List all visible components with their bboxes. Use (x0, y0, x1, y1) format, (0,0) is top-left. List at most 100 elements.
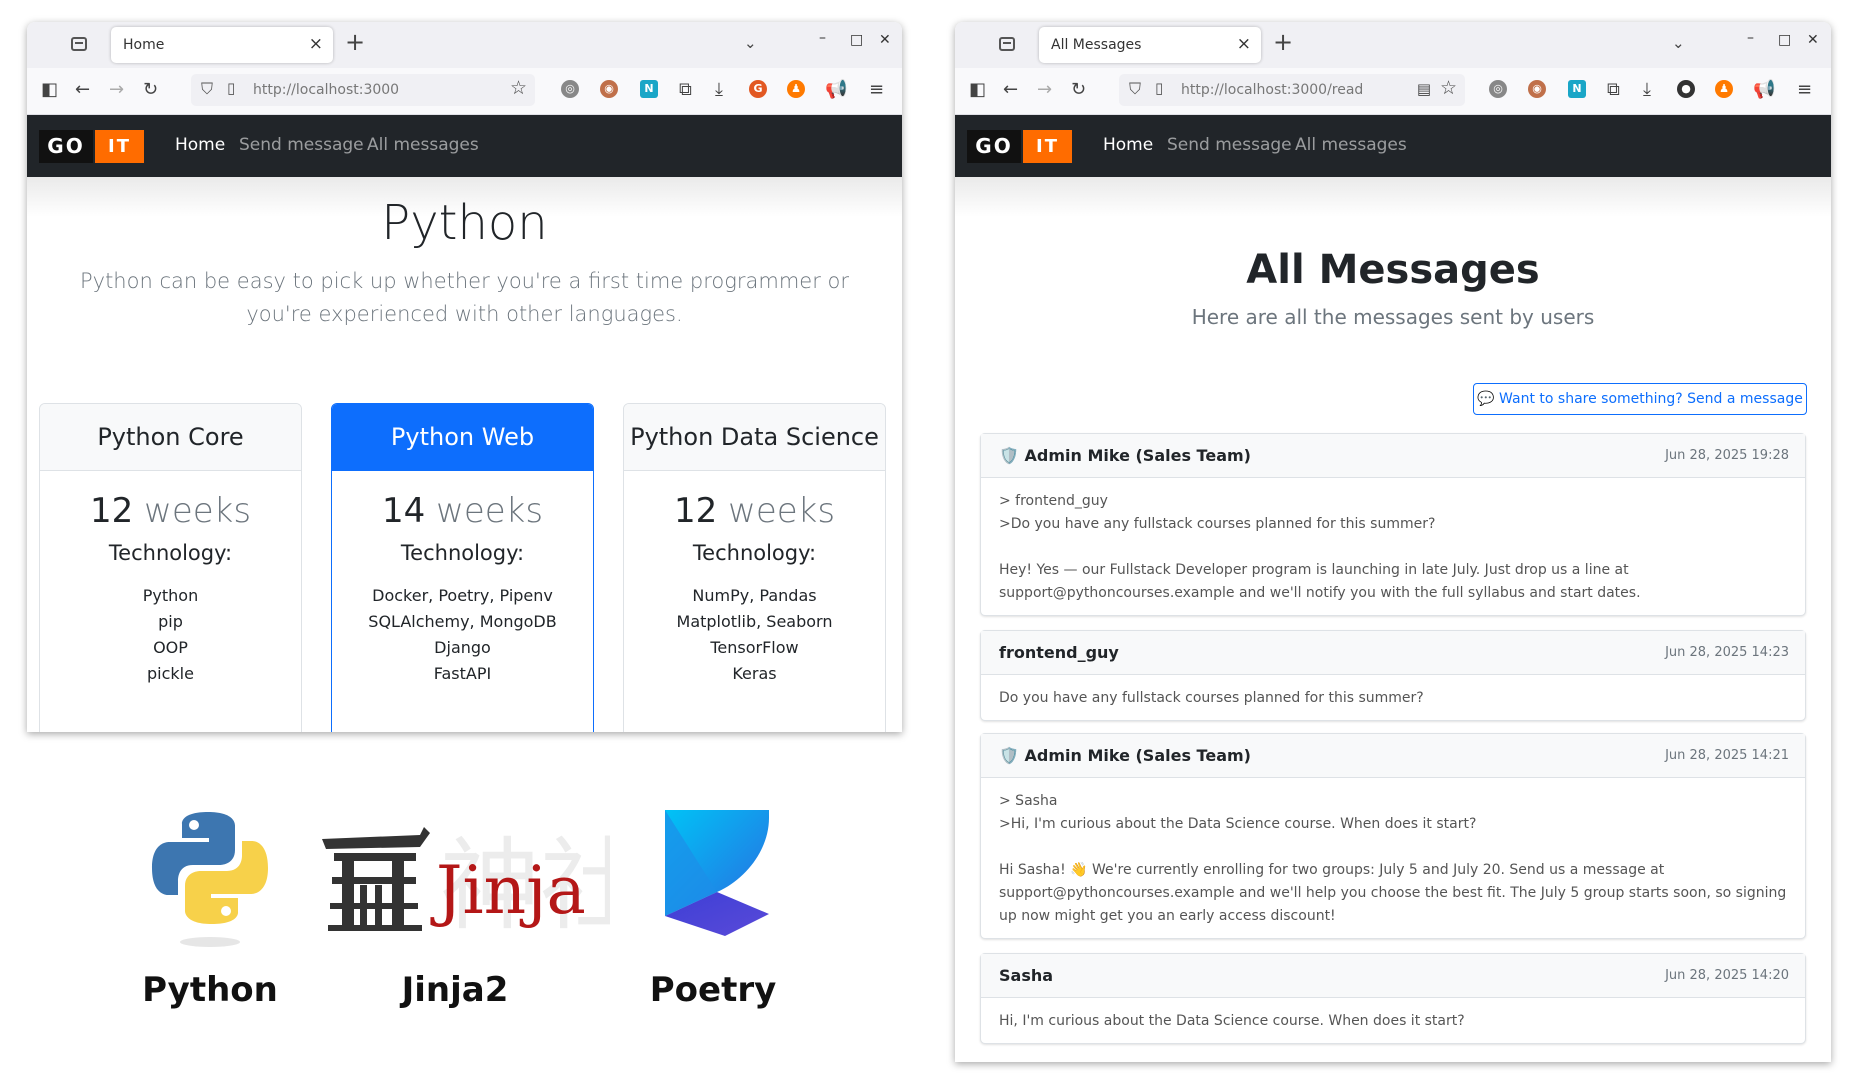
page-subtitle: Here are all the messages sent by users (1191, 305, 1595, 329)
jinja-logo-icon: 神社 Jinja (322, 827, 610, 935)
extension-icon[interactable]: ◎ (561, 80, 579, 98)
page-title: Python (381, 195, 548, 251)
tab-title: All Messages (1051, 37, 1142, 53)
close-tab-icon[interactable]: × (309, 34, 323, 54)
list-item: NumPy, Pandas (692, 586, 817, 605)
nav-all-messages[interactable]: All messages (1295, 135, 1407, 155)
tab-home[interactable]: Home × (111, 27, 333, 63)
card-weeks: 14 weeks (332, 491, 593, 531)
megaphone-icon[interactable]: 📢 (825, 80, 847, 100)
url-text[interactable]: http://localhost:3000 (253, 82, 399, 98)
message-header: 🛡️ Admin Mike (Sales Team) Jun 28, 2025 … (981, 434, 1805, 478)
message-author: 🛡️ Admin Mike (Sales Team) (999, 746, 1251, 765)
extension-icon[interactable]: N (1568, 80, 1586, 98)
back-icon[interactable]: ← (75, 80, 90, 100)
list-item: Python (142, 586, 199, 605)
tech-label: Technology: (108, 541, 233, 565)
extension-icon[interactable]: ◉ (1528, 80, 1546, 98)
message-header: frontend_guy Jun 28, 2025 14:23 (981, 631, 1805, 675)
message-text: Hi Sasha! 👋 We're currently enrolling fo… (999, 862, 1787, 924)
goit-logo[interactable]: GO IT (39, 130, 147, 163)
close-tab-icon[interactable]: × (1237, 34, 1251, 54)
puzzle-icon[interactable]: ⧉ (1607, 80, 1620, 100)
nav-send-message[interactable]: Send message (1167, 135, 1292, 155)
shield-icon[interactable]: ⛉ (1129, 79, 1141, 99)
url-bar[interactable]: ⛉ ▯ http://localhost:3000/read ▤ ☆ (1119, 74, 1465, 106)
new-tab-icon[interactable]: + (345, 28, 365, 56)
bookmark-star-icon[interactable]: ☆ (510, 77, 527, 99)
minimize-icon[interactable]: – (819, 30, 826, 46)
quote-text: >Do you have any fullstack courses plann… (999, 516, 1436, 532)
page-title: All Messages (1246, 247, 1540, 293)
card-title: Python Core (40, 404, 301, 471)
extension-icon[interactable]: ♟ (787, 80, 805, 98)
reload-icon[interactable]: ↻ (1071, 80, 1086, 100)
logo-it: IT (1023, 130, 1072, 163)
message-date: Jun 28, 2025 19:28 (1665, 448, 1789, 463)
chevron-down-icon[interactable]: ⌄ (1672, 34, 1685, 52)
page-icon: ▯ (227, 79, 236, 97)
maximize-icon[interactable]: □ (1778, 32, 1791, 48)
send-message-button[interactable]: 💬 Want to share something? Send a messag… (1473, 383, 1807, 415)
tech-list: Docker, Poetry, Pipenv SQLAlchemy, Mongo… (332, 583, 593, 687)
extension-icon[interactable]: ♟ (1715, 80, 1733, 98)
new-tab-icon[interactable]: + (1273, 28, 1293, 56)
sidebar-icon[interactable]: ◧ (969, 80, 986, 100)
chevron-down-icon[interactable]: ⌄ (744, 34, 757, 52)
message-body: > Sasha >Hi, I'm curious about the Data … (981, 778, 1805, 938)
account-icon[interactable]: ● (1677, 80, 1695, 98)
tab-list-icon[interactable] (71, 37, 87, 51)
message-date: Jun 28, 2025 14:20 (1665, 968, 1789, 983)
tech-list: Python pip OOP pickle (40, 583, 301, 687)
quote-author: > Sasha (999, 793, 1058, 809)
quote-author: > frontend_guy (999, 493, 1108, 509)
shadow-fade (955, 177, 1831, 217)
jinja-wordmark: Jinja (430, 852, 586, 929)
extension-icon[interactable]: N (640, 80, 658, 98)
extension-icon[interactable]: ◉ (600, 80, 618, 98)
nav-all-messages[interactable]: All messages (367, 135, 479, 155)
logo-go: GO (39, 130, 93, 163)
bookmark-star-icon[interactable]: ☆ (1440, 77, 1457, 99)
menu-icon[interactable]: ≡ (1797, 80, 1812, 100)
url-text[interactable]: http://localhost:3000/read (1181, 82, 1363, 98)
site-navbar: GO IT Home Send message All messages (27, 115, 902, 177)
weeks-unit: weeks (144, 491, 252, 531)
message-header: Sasha Jun 28, 2025 14:20 (981, 954, 1805, 998)
reload-icon[interactable]: ↻ (143, 80, 158, 100)
tab-list-icon[interactable] (999, 37, 1015, 51)
download-icon[interactable]: ⤓ (715, 80, 723, 100)
tab-all-messages[interactable]: All Messages × (1039, 27, 1261, 63)
extension-icon[interactable]: ◎ (1489, 80, 1507, 98)
url-bar[interactable]: ⛉ ▯ http://localhost:3000 ☆ (191, 74, 535, 106)
nav-home[interactable]: Home (1103, 135, 1153, 155)
window-close-icon[interactable]: ✕ (1807, 32, 1819, 48)
menu-icon[interactable]: ≡ (869, 80, 884, 100)
site-navbar: GO IT Home Send message All messages (955, 115, 1831, 177)
list-item: Keras (732, 664, 777, 683)
message-author: Sasha (999, 966, 1054, 985)
quote-text: >Hi, I'm curious about the Data Science … (999, 816, 1477, 832)
sidebar-icon[interactable]: ◧ (41, 80, 58, 100)
download-icon[interactable]: ⤓ (1643, 80, 1651, 100)
nav-send-message[interactable]: Send message (239, 135, 364, 155)
message-card: 🛡️ Admin Mike (Sales Team) Jun 28, 2025 … (980, 433, 1806, 616)
puzzle-icon[interactable]: ⧉ (679, 80, 692, 100)
shield-icon[interactable]: ⛉ (201, 79, 213, 99)
maximize-icon[interactable]: □ (850, 32, 863, 48)
nav-home[interactable]: Home (175, 135, 225, 155)
reader-view-icon[interactable]: ▤ (1417, 80, 1431, 98)
message-header: 🛡️ Admin Mike (Sales Team) Jun 28, 2025 … (981, 734, 1805, 778)
forward-icon[interactable]: → (1037, 80, 1052, 100)
logo-label: Python (142, 970, 278, 1010)
back-icon[interactable]: ← (1003, 80, 1018, 100)
goit-logo[interactable]: GO IT (967, 130, 1075, 163)
course-card-web: Python Web 14 weeks Technology: Docker, … (331, 403, 594, 732)
message-body: Do you have any fullstack courses planne… (981, 675, 1805, 720)
minimize-icon[interactable]: – (1747, 30, 1754, 46)
extension-icon[interactable]: G (749, 80, 767, 98)
message-text: Do you have any fullstack courses planne… (999, 690, 1424, 706)
window-close-icon[interactable]: ✕ (879, 32, 891, 48)
forward-icon[interactable]: → (109, 80, 124, 100)
megaphone-icon[interactable]: 📢 (1753, 80, 1775, 100)
